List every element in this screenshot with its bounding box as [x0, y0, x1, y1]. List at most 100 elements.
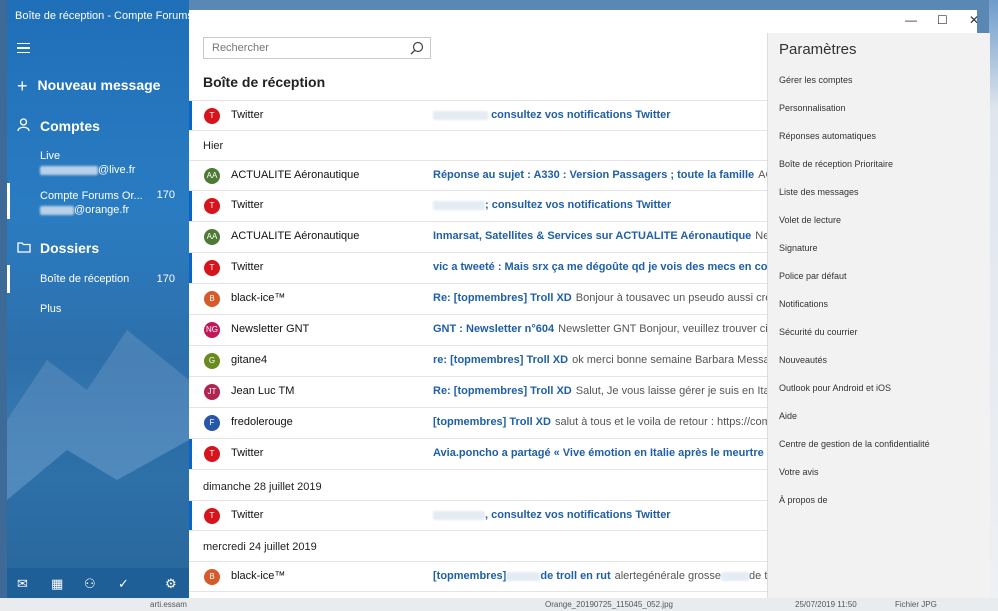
message-row[interactable]: G gitane4 re: [topmembres] Troll XD ok me… [189, 346, 767, 377]
message-preview: ACTUALITE [758, 169, 767, 181]
settings-item-privacy-center[interactable]: Centre de gestion de la confidentialité [779, 439, 930, 449]
message-sender: Newsletter GNT [231, 323, 310, 335]
new-message-button[interactable]: + Nouveau message [17, 74, 160, 96]
redacted-text [721, 571, 750, 581]
message-sender: Twitter [231, 509, 264, 521]
group-header: Hier [203, 140, 224, 152]
account-live[interactable]: Live @live.fr [40, 149, 135, 177]
bottom-app-bar: ✉ ▦ ⚇ ✓ ⚙ [7, 568, 189, 598]
settings-item-notifications[interactable]: Notifications [779, 299, 828, 309]
account-name: Live [40, 150, 61, 162]
avatar: T [204, 108, 220, 124]
folder-inbox-count: 170 [156, 273, 175, 285]
calendar-icon[interactable]: ▦ [51, 576, 63, 592]
message-sender: ACTUALITE Aéronautique [231, 169, 360, 181]
account-selected-indicator [7, 183, 10, 219]
settings-item-manage-accounts[interactable]: Gérer les comptes [779, 75, 853, 85]
mail-icon[interactable]: ✉ [17, 576, 28, 592]
account-email: @live.fr [98, 164, 136, 176]
minimize-button[interactable]: — [905, 13, 917, 27]
close-button[interactable]: ✕ [969, 13, 979, 27]
message-subject: Avia.poncho a partagé « Vive émotion en … [433, 447, 767, 459]
settings-item-feedback[interactable]: Votre avis [779, 467, 819, 477]
taskbar-file-date: 25/07/2019 11:50 [795, 600, 857, 609]
search-icon[interactable] [410, 41, 424, 55]
folder-inbox[interactable]: Boîte de réception [40, 273, 129, 285]
message-row[interactable]: T Twitter , consultez vos notifications … [189, 500, 767, 531]
message-row[interactable]: T Twitter vic a tweeté : Mais srx ça me … [189, 253, 767, 284]
message-sender: black-ice™ [231, 570, 286, 582]
taskbar-file-name: Orange_20190725_115045_052.jpg [545, 600, 673, 609]
folder-more[interactable]: Plus [40, 303, 61, 315]
todo-icon[interactable]: ✓ [118, 576, 129, 592]
settings-item-focused-inbox[interactable]: Boîte de réception Prioritaire [779, 159, 893, 169]
message-subject: Réponse au sujet : A330 : Version Passag… [433, 169, 755, 181]
settings-item-help[interactable]: Aide [779, 411, 797, 421]
window-controls: — ☐ ✕ [767, 10, 979, 33]
avatar: G [204, 353, 220, 369]
message-row[interactable]: B black-ice™ [topmembres] de troll en rut… [189, 561, 767, 592]
person-icon [17, 118, 31, 134]
avatar: NG [204, 322, 220, 338]
settings-title: Paramètres [779, 41, 857, 58]
message-row[interactable]: T Twitter Avia.poncho a partagé « Vive é… [189, 439, 767, 470]
settings-item-personalization[interactable]: Personnalisation [779, 103, 846, 113]
accounts-header[interactable]: Comptes [17, 118, 100, 134]
avatar: B [204, 291, 220, 307]
message-subject: Re: [topmembres] Troll XD [433, 385, 572, 397]
settings-item-whats-new[interactable]: Nouveautés [779, 355, 827, 365]
message-sender: ACTUALITE Aéronautique [231, 230, 360, 242]
message-row[interactable]: T Twitter ; consultez vos notifications … [189, 191, 767, 222]
account-orange[interactable]: Compte Forums Or... @orange.fr [40, 189, 143, 217]
message-row[interactable]: AA ACTUALITE Aéronautique Inmarsat, Sate… [189, 222, 767, 253]
search-placeholder: Rechercher [212, 42, 269, 54]
people-icon[interactable]: ⚇ [84, 576, 96, 592]
message-subject: Re: [topmembres] Troll XD [433, 292, 572, 304]
background-mountain [7, 330, 189, 598]
message-preview: Salut, Je vous laisse gérer je suis en I… [575, 385, 767, 397]
maximize-button[interactable]: ☐ [937, 13, 948, 27]
settings-item-about[interactable]: À propos de [779, 495, 828, 505]
message-row[interactable]: B black-ice™ Re: [topmembres] Troll XD Bo… [189, 284, 767, 315]
settings-item-outlook-mobile[interactable]: Outlook pour Android et iOS [779, 383, 891, 393]
message-preview: Newsletter GNT Bonjour, veuillez trouver… [558, 323, 767, 335]
message-subject: GNT : Newsletter n°604 [433, 323, 555, 335]
settings-item-auto-replies[interactable]: Réponses automatiques [779, 131, 876, 141]
message-row[interactable]: F fredolerouge [topmembres] Troll XD salu… [189, 408, 767, 439]
navigation-pane: Boîte de réception - Compte Forums Orang… [7, 0, 189, 598]
message-row[interactable]: NG Newsletter GNT GNT : Newsletter n°604… [189, 315, 767, 346]
message-row[interactable]: JT Jean Luc TM Re: [topmembres] Troll XD… [189, 377, 767, 408]
message-preview: Newsletter [755, 230, 767, 242]
message-subject: , consultez vos notifications Twitter [485, 509, 671, 521]
settings-panel: Paramètres Gérer les comptes Personnalis… [767, 33, 990, 598]
settings-item-reading-pane[interactable]: Volet de lecture [779, 215, 841, 225]
message-preview: salut à tous et le voila de retour : htt… [554, 416, 767, 428]
settings-item-message-list[interactable]: Liste des messages [779, 187, 859, 197]
account-email: @orange.fr [74, 204, 130, 216]
hamburger-menu-icon[interactable] [17, 43, 30, 54]
inbox-title: Boîte de réception [203, 74, 326, 90]
settings-item-default-font[interactable]: Police par défaut [779, 271, 847, 281]
avatar: T [204, 508, 220, 524]
message-row[interactable]: AA ACTUALITE Aéronautique Réponse au suj… [189, 160, 767, 191]
message-subject: Inmarsat, Satellites & Services sur ACTU… [433, 230, 752, 242]
settings-item-signature[interactable]: Signature [779, 243, 818, 253]
message-subject: ; consultez vos notifications Twitter [485, 199, 672, 211]
accounts-label: Comptes [40, 118, 100, 134]
message-preview: alertegénérale grosse [614, 570, 722, 582]
avatar: B [204, 569, 220, 585]
message-row[interactable]: T Twitter consultez vos notifications Tw… [189, 100, 767, 131]
plus-icon: + [17, 76, 28, 96]
folders-label: Dossiers [40, 240, 100, 256]
taskbar-left-text: arti.essam [150, 600, 187, 609]
settings-gear-icon[interactable]: ⚙ [165, 576, 177, 592]
settings-item-email-security[interactable]: Sécurité du courrier [779, 327, 858, 337]
folder-icon [17, 240, 31, 256]
avatar: T [204, 260, 220, 276]
search-input[interactable]: Rechercher [203, 37, 431, 59]
redacted-email [40, 205, 74, 215]
message-sender: black-ice™ [231, 292, 286, 304]
window-title: Boîte de réception - Compte Forums Orang… [15, 10, 189, 22]
avatar: T [204, 446, 220, 462]
folders-header[interactable]: Dossiers [17, 240, 99, 256]
